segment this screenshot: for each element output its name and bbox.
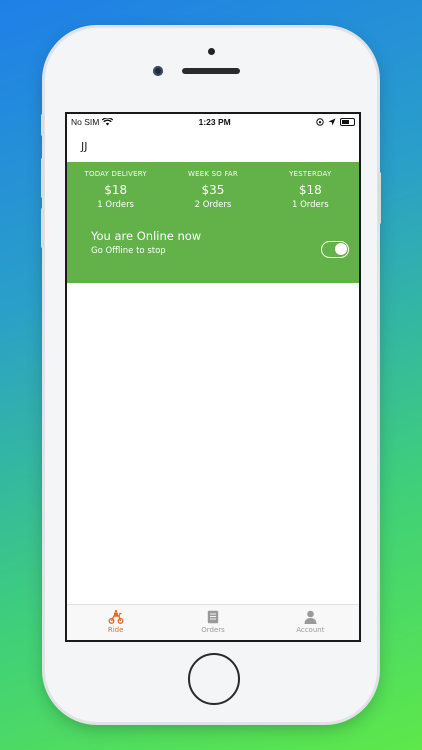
navigation-bar: JJ	[67, 130, 359, 162]
stat-label: YESTERDAY	[289, 170, 332, 178]
volume-down-button	[41, 208, 44, 248]
power-button	[378, 172, 381, 224]
stat-label: TODAY DELIVERY	[84, 170, 147, 178]
tab-ride[interactable]: Ride	[67, 605, 164, 640]
volume-up-button	[41, 158, 44, 198]
earpiece-speaker	[182, 68, 240, 74]
earnings-panel: TODAY DELIVERY $18 1 Orders WEEK SO FAR …	[67, 162, 359, 283]
stat-amount: $18	[104, 183, 128, 197]
online-status-title: You are Online now	[91, 229, 202, 243]
status-bar: No SIM 1:23 PM	[67, 114, 359, 130]
stat-week: WEEK SO FAR $35 2 Orders	[168, 170, 258, 210]
stat-orders: 2 Orders	[194, 200, 232, 210]
battery-icon	[340, 118, 355, 126]
tab-label: Account	[296, 626, 325, 634]
mute-switch	[41, 114, 44, 136]
stat-yesterday: YESTERDAY $18 1 Orders	[265, 170, 355, 210]
tab-orders[interactable]: Orders	[164, 605, 261, 640]
front-camera	[153, 66, 163, 76]
online-toggle[interactable]	[321, 241, 349, 258]
carrier-label: No SIM	[71, 117, 100, 127]
phone-frame: No SIM 1:23 PM JJ TODAY DELIVERY $18 1 O…	[41, 28, 381, 722]
tab-bar: Ride Orders Account	[67, 604, 359, 640]
proximity-sensor	[208, 48, 215, 55]
person-icon	[304, 610, 317, 624]
online-status-subtitle: Go Offline to stop	[91, 246, 166, 256]
wifi-icon	[102, 118, 114, 126]
stat-amount: $35	[201, 183, 225, 197]
tab-label: Orders	[201, 626, 225, 634]
stat-label: WEEK SO FAR	[187, 170, 238, 178]
stats-row: TODAY DELIVERY $18 1 Orders WEEK SO FAR …	[67, 162, 359, 210]
orientation-lock-icon	[316, 118, 324, 126]
tab-account[interactable]: Account	[262, 605, 359, 640]
home-button[interactable]	[188, 653, 240, 705]
page-title: JJ	[81, 139, 88, 153]
app-screen: No SIM 1:23 PM JJ TODAY DELIVERY $18 1 O…	[65, 112, 361, 642]
stat-today: TODAY DELIVERY $18 1 Orders	[71, 170, 161, 210]
stat-orders: 1 Orders	[97, 200, 134, 210]
toggle-knob	[335, 243, 347, 255]
stat-amount: $18	[298, 183, 322, 197]
location-icon	[328, 118, 336, 126]
clock: 1:23 PM	[198, 117, 231, 127]
stat-orders: 1 Orders	[291, 200, 329, 210]
document-icon	[207, 610, 219, 624]
scooter-icon	[108, 610, 124, 624]
tab-label: Ride	[107, 626, 124, 634]
